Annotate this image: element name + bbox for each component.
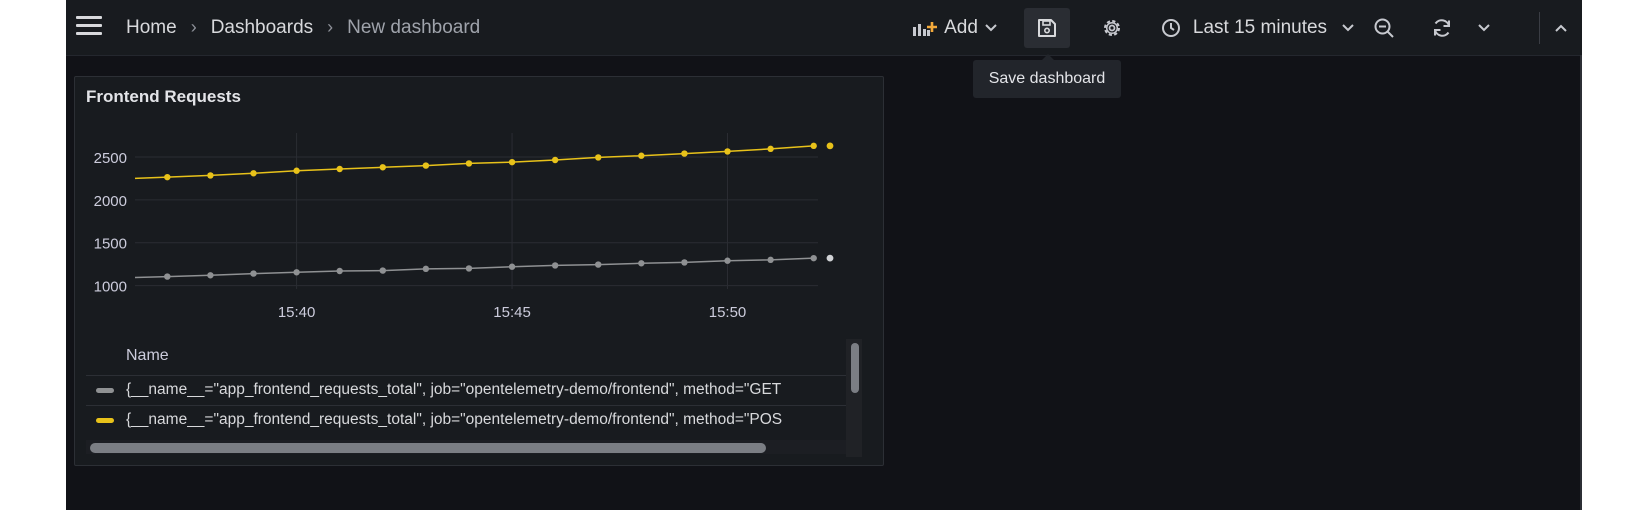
breadcrumb-current: New dashboard bbox=[347, 16, 481, 38]
data-point-get bbox=[638, 260, 645, 267]
y-tick-label: 1500 bbox=[94, 236, 127, 253]
last-value-marker-post bbox=[826, 142, 834, 150]
data-point-get bbox=[336, 267, 343, 275]
zoom-out-icon bbox=[1374, 18, 1394, 38]
refresh-button[interactable] bbox=[1422, 8, 1462, 48]
zoom-out-button[interactable] bbox=[1364, 8, 1404, 48]
series-line-get bbox=[134, 257, 814, 279]
data-point-get bbox=[724, 257, 731, 264]
data-point-get bbox=[767, 256, 774, 264]
data-point-post bbox=[422, 162, 430, 169]
legend-table: Name {__name__="app_frontend_requests_to… bbox=[86, 339, 876, 457]
clock-icon bbox=[1161, 19, 1180, 37]
data-point-get bbox=[810, 254, 817, 262]
data-point-get bbox=[508, 263, 516, 270]
data-point-post bbox=[767, 145, 774, 153]
data-point-post bbox=[293, 167, 300, 174]
add-button[interactable]: Add bbox=[911, 8, 999, 48]
toolbar-divider bbox=[1539, 12, 1540, 44]
chevron-down-icon bbox=[1342, 24, 1354, 32]
horizontal-scrollbar-thumb[interactable] bbox=[90, 443, 766, 453]
x-tick-label: 15:45 bbox=[493, 304, 531, 321]
collapse-toolbar-button[interactable] bbox=[1546, 8, 1576, 48]
breadcrumb-home[interactable]: Home bbox=[126, 17, 177, 39]
data-point-post bbox=[207, 172, 214, 179]
vertical-scrollbar-thumb[interactable] bbox=[851, 343, 859, 393]
time-range-picker[interactable]: Last 15 minutes bbox=[1160, 8, 1356, 48]
data-point-get bbox=[207, 272, 214, 279]
data-point-post bbox=[595, 154, 602, 161]
save-dashboard-tooltip: Save dashboard bbox=[973, 54, 1121, 98]
chevron-up-icon bbox=[1555, 24, 1567, 32]
dashboard-settings-button[interactable] bbox=[1092, 8, 1132, 48]
data-point-post bbox=[164, 173, 171, 181]
y-tick-label: 2500 bbox=[94, 150, 127, 167]
legend-header-name: Name bbox=[126, 347, 169, 364]
panel-frontend-requests[interactable]: Frontend Requests 1000 1500 2000 2500 15:40 1… bbox=[74, 76, 884, 466]
last-value-marker-get bbox=[826, 254, 834, 262]
time-series-chart[interactable]: 1000 1500 2000 2500 15:40 15:45 15:50 bbox=[75, 117, 883, 337]
x-tick-label: 15:40 bbox=[278, 304, 316, 321]
legend-swatch-post bbox=[96, 417, 114, 423]
data-point-get bbox=[551, 262, 559, 269]
data-point-post bbox=[379, 164, 386, 171]
y-tick-label: 1000 bbox=[94, 279, 127, 296]
data-point-get bbox=[422, 265, 430, 273]
data-point-post bbox=[810, 142, 817, 150]
data-point-post bbox=[681, 150, 688, 157]
data-point-get bbox=[293, 269, 300, 276]
y-tick-label: 2000 bbox=[94, 193, 127, 210]
breadcrumb: Home › Dashboards › New dashboard bbox=[126, 0, 480, 55]
data-point-post bbox=[508, 158, 516, 166]
data-point-get bbox=[595, 261, 602, 268]
legend-label-post: {__name__="app_frontend_requests_total",… bbox=[126, 411, 783, 428]
data-point-get bbox=[465, 265, 473, 272]
legend-label-get: {__name__="app_frontend_requests_total",… bbox=[126, 381, 782, 398]
data-point-post bbox=[551, 156, 559, 164]
chevron-down-icon bbox=[985, 24, 997, 32]
chevron-down-icon bbox=[1478, 24, 1490, 32]
legend-row-get[interactable]: {__name__="app_frontend_requests_total",… bbox=[86, 375, 846, 404]
series-line-post bbox=[134, 145, 814, 180]
gear-icon bbox=[1104, 20, 1120, 36]
data-point-post bbox=[724, 148, 731, 155]
breadcrumb-separator-icon: › bbox=[190, 17, 197, 37]
data-point-get bbox=[164, 273, 171, 280]
save-dashboard-button[interactable] bbox=[1024, 8, 1070, 48]
data-point-get bbox=[379, 267, 386, 274]
x-tick-label: 15:50 bbox=[709, 304, 747, 321]
legend-row-post[interactable]: {__name__="app_frontend_requests_total",… bbox=[86, 405, 846, 434]
content-edge bbox=[1580, 55, 1582, 510]
time-range-label: Last 15 minutes bbox=[1192, 17, 1328, 38]
breadcrumb-separator-icon: › bbox=[327, 17, 334, 37]
add-label: Add bbox=[944, 17, 978, 38]
top-navbar: Home › Dashboards › New dashboard Add La… bbox=[66, 0, 1582, 56]
data-point-post bbox=[465, 160, 473, 167]
data-point-get bbox=[681, 259, 688, 266]
data-point-post bbox=[250, 170, 257, 177]
data-point-post bbox=[638, 152, 645, 159]
refresh-icon bbox=[1434, 19, 1450, 37]
breadcrumb-dashboards[interactable]: Dashboards bbox=[211, 17, 313, 39]
hamburger-icon[interactable] bbox=[76, 15, 104, 37]
grafana-app: Home › Dashboards › New dashboard Add La… bbox=[66, 0, 1582, 510]
add-panel-icon bbox=[913, 22, 938, 36]
legend-swatch-get bbox=[96, 387, 114, 393]
refresh-interval-dropdown[interactable] bbox=[1468, 8, 1500, 48]
panel-title: Frontend Requests bbox=[86, 87, 241, 106]
save-icon bbox=[1038, 19, 1056, 37]
data-point-get bbox=[250, 270, 257, 277]
data-point-post bbox=[336, 165, 343, 173]
